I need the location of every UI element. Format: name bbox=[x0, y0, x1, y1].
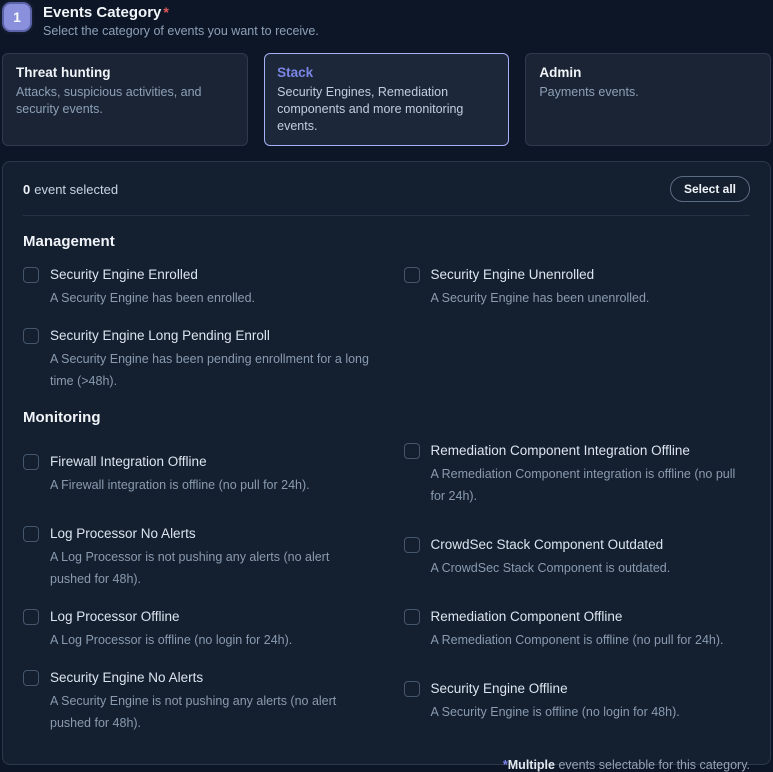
category-card-admin[interactable]: Admin Payments events. bbox=[525, 53, 771, 146]
event-description: A Firewall integration is offline (no pu… bbox=[50, 474, 310, 496]
selected-count: 0 bbox=[23, 182, 30, 197]
event-checkbox[interactable] bbox=[23, 670, 39, 686]
event-checkbox[interactable] bbox=[404, 267, 420, 283]
event-checkbox[interactable] bbox=[23, 267, 39, 283]
event-checkbox[interactable] bbox=[23, 454, 39, 470]
event-description: A Log Processor is not pushing any alert… bbox=[50, 546, 370, 590]
event-description: A Security Engine has been pending enrol… bbox=[50, 348, 370, 392]
event-description: A Log Processor is offline (no login for… bbox=[50, 629, 292, 651]
monitoring-events-grid: Firewall Integration Offline A Firewall … bbox=[23, 442, 750, 734]
event-description: A Remediation Component integration is o… bbox=[431, 463, 751, 507]
event-description: A Security Engine is not pushing any ale… bbox=[50, 690, 370, 734]
event-title: Security Engine Enrolled bbox=[50, 266, 255, 284]
event-title: Security Engine No Alerts bbox=[50, 669, 370, 687]
event-item-remediation-component-integration-offline[interactable]: Remediation Component Integration Offlin… bbox=[404, 442, 751, 507]
event-description: A Security Engine has been unenrolled. bbox=[431, 287, 650, 309]
event-item-security-engine-offline[interactable]: Security Engine Offline A Security Engin… bbox=[404, 680, 751, 723]
card-description: Attacks, suspicious activities, and secu… bbox=[16, 84, 234, 118]
event-item-log-processor-offline[interactable]: Log Processor Offline A Log Processor is… bbox=[23, 608, 370, 651]
event-checkbox[interactable] bbox=[404, 537, 420, 553]
select-all-button[interactable]: Select all bbox=[670, 176, 750, 202]
page-title-text: Events Category bbox=[43, 4, 161, 21]
event-item-remediation-component-offline[interactable]: Remediation Component Offline A Remediat… bbox=[404, 608, 751, 651]
event-checkbox[interactable] bbox=[404, 443, 420, 459]
card-description: Security Engines, Remediation components… bbox=[277, 84, 496, 135]
event-title: Security Engine Unenrolled bbox=[431, 266, 650, 284]
events-panel-header: 0 event selected Select all bbox=[23, 176, 750, 216]
event-item-security-engine-unenrolled[interactable]: Security Engine Unenrolled A Security En… bbox=[404, 266, 751, 309]
event-checkbox[interactable] bbox=[23, 328, 39, 344]
card-title: Threat hunting bbox=[16, 65, 234, 80]
event-checkbox[interactable] bbox=[23, 609, 39, 625]
event-title: Security Engine Long Pending Enroll bbox=[50, 327, 370, 345]
event-title: Remediation Component Offline bbox=[431, 608, 724, 626]
event-checkbox[interactable] bbox=[404, 681, 420, 697]
event-title: Firewall Integration Offline bbox=[50, 453, 310, 471]
event-item-security-engine-no-alerts[interactable]: Security Engine No Alerts A Security Eng… bbox=[23, 669, 370, 734]
category-card-stack[interactable]: Stack Security Engines, Remediation comp… bbox=[264, 53, 510, 146]
event-description: A Remediation Component is offline (no p… bbox=[431, 629, 724, 651]
group-heading-management: Management bbox=[23, 233, 750, 250]
event-description: A Security Engine has been enrolled. bbox=[50, 287, 255, 309]
event-checkbox[interactable] bbox=[404, 609, 420, 625]
selected-count-line: 0 event selected bbox=[23, 182, 118, 197]
event-title: Remediation Component Integration Offlin… bbox=[431, 442, 751, 460]
event-title: CrowdSec Stack Component Outdated bbox=[431, 536, 671, 554]
events-category-header: 1 Events Category* Select the category o… bbox=[2, 2, 771, 38]
event-item-crowdsec-stack-component-outdated[interactable]: CrowdSec Stack Component Outdated A Crow… bbox=[404, 536, 751, 579]
event-title: Log Processor No Alerts bbox=[50, 525, 370, 543]
event-item-log-processor-no-alerts[interactable]: Log Processor No Alerts A Log Processor … bbox=[23, 525, 370, 590]
event-description: A Security Engine is offline (no login f… bbox=[431, 701, 680, 723]
event-item-security-engine-long-pending-enroll[interactable]: Security Engine Long Pending Enroll A Se… bbox=[23, 327, 370, 392]
category-cards: Threat hunting Attacks, suspicious activ… bbox=[2, 53, 771, 146]
event-item-security-engine-enrolled[interactable]: Security Engine Enrolled A Security Engi… bbox=[23, 266, 370, 309]
footnote-bold-word: Multiple bbox=[508, 758, 555, 772]
category-footnote: *Multiple events selectable for this cat… bbox=[23, 758, 750, 772]
required-asterisk: * bbox=[163, 4, 168, 20]
event-description: A CrowdSec Stack Component is outdated. bbox=[431, 557, 671, 579]
event-item-firewall-integration-offline[interactable]: Firewall Integration Offline A Firewall … bbox=[23, 453, 370, 496]
event-checkbox[interactable] bbox=[23, 526, 39, 542]
category-card-threat-hunting[interactable]: Threat hunting Attacks, suspicious activ… bbox=[2, 53, 248, 146]
event-title: Security Engine Offline bbox=[431, 680, 680, 698]
events-panel: 0 event selected Select all Management Se… bbox=[2, 161, 771, 765]
card-title: Stack bbox=[277, 65, 496, 80]
group-heading-monitoring: Monitoring bbox=[23, 409, 750, 426]
step-number-badge: 1 bbox=[2, 2, 32, 32]
event-title: Log Processor Offline bbox=[50, 608, 292, 626]
card-title: Admin bbox=[539, 65, 757, 80]
card-description: Payments events. bbox=[539, 84, 757, 101]
footnote-rest: events selectable for this category. bbox=[555, 758, 750, 772]
selected-count-label: event selected bbox=[34, 182, 118, 197]
page-title: Events Category* bbox=[43, 3, 319, 22]
management-events-grid: Security Engine Enrolled A Security Engi… bbox=[23, 266, 750, 392]
page-subtitle: Select the category of events you want t… bbox=[43, 24, 319, 38]
